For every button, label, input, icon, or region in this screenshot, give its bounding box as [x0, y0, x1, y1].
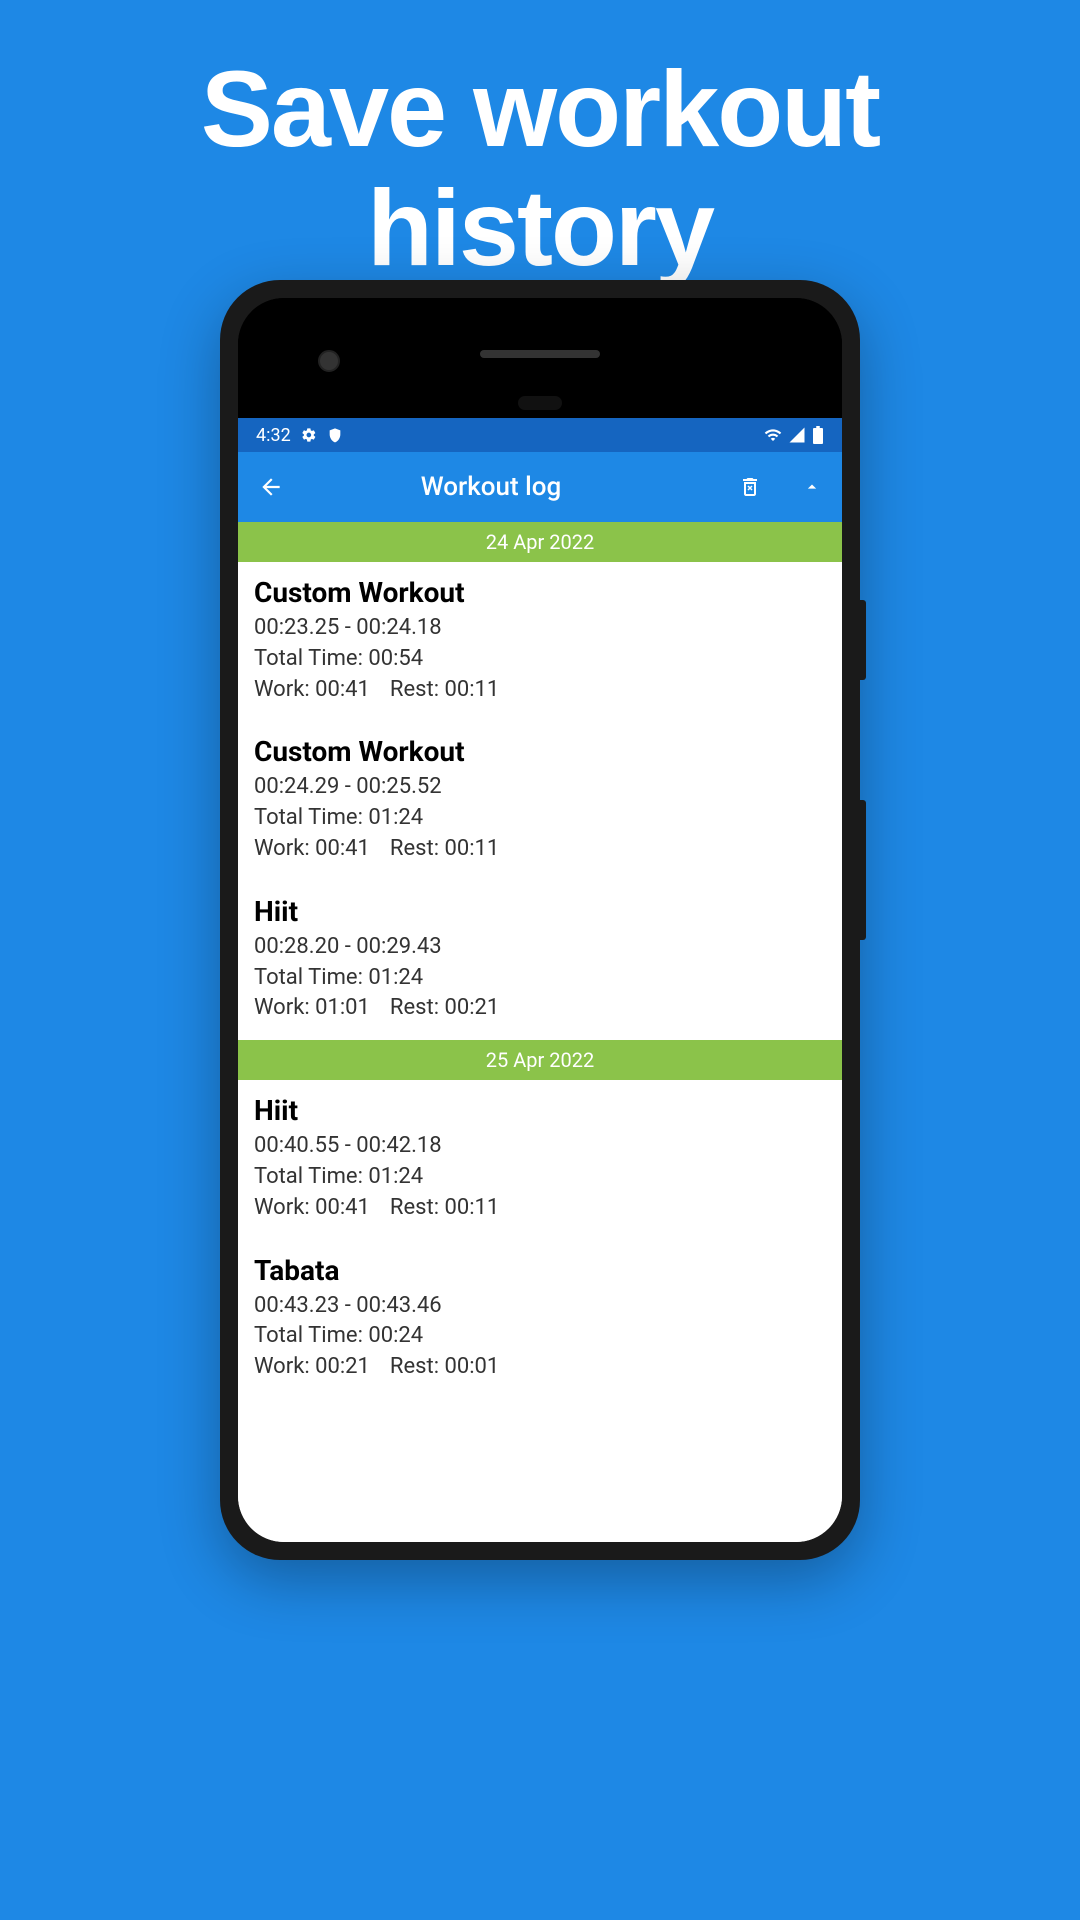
- list-item[interactable]: Hiit 00:28.20 - 00:29.43 Total Time: 01:…: [238, 881, 842, 1040]
- entry-title: Custom Workout: [254, 576, 826, 609]
- entry-total: Total Time: 00:24: [254, 1321, 826, 1352]
- entry-total: Total Time: 00:54: [254, 644, 826, 675]
- entry-rest: Rest: 00:11: [390, 1193, 499, 1224]
- phone-frame: 4:32: [220, 280, 860, 1560]
- entry-work: Work: 00:41: [254, 675, 370, 706]
- entry-rest: Rest: 00:01: [390, 1352, 499, 1383]
- entry-title: Hiit: [254, 1094, 826, 1127]
- entry-time-range: 00:23.25 - 00:24.18: [254, 613, 826, 644]
- entry-time-range: 00:28.20 - 00:29.43: [254, 932, 826, 963]
- entry-work-rest: Work: 00:21 Rest: 00:01: [254, 1352, 826, 1383]
- entry-time-range: 00:24.29 - 00:25.52: [254, 772, 826, 803]
- entry-work-rest: Work: 00:41 Rest: 00:11: [254, 834, 826, 865]
- date-header: 25 Apr 2022: [238, 1040, 842, 1080]
- list-item[interactable]: Custom Workout 00:24.29 - 00:25.52 Total…: [238, 721, 842, 880]
- app-bar-actions: [738, 475, 822, 499]
- entry-time-range: 00:40.55 - 00:42.18: [254, 1131, 826, 1162]
- entry-work-rest: Work: 00:41 Rest: 00:11: [254, 1193, 826, 1224]
- entry-work-rest: Work: 00:41 Rest: 00:11: [254, 675, 826, 706]
- entry-work: Work: 00:21: [254, 1352, 370, 1383]
- entry-total: Total Time: 01:24: [254, 1162, 826, 1193]
- promo-headline: Save workout history: [0, 0, 1080, 288]
- entry-work: Work: 00:41: [254, 834, 370, 865]
- list-item[interactable]: Custom Workout 00:23.25 - 00:24.18 Total…: [238, 562, 842, 721]
- battery-icon: [812, 426, 824, 444]
- phone-screen: 4:32: [238, 418, 842, 1542]
- entry-total: Total Time: 01:24: [254, 963, 826, 994]
- list-item[interactable]: Hiit 00:40.55 - 00:42.18 Total Time: 01:…: [238, 1080, 842, 1239]
- collapse-up-icon[interactable]: [802, 477, 822, 497]
- entry-work: Work: 01:01: [254, 993, 370, 1024]
- gear-icon: [301, 427, 317, 443]
- entry-total: Total Time: 01:24: [254, 803, 826, 834]
- phone-inner: 4:32: [238, 298, 842, 1542]
- entry-title: Custom Workout: [254, 735, 826, 768]
- shield-icon: [327, 427, 343, 443]
- status-bar: 4:32: [238, 418, 842, 452]
- sensor-pill: [518, 396, 562, 410]
- entry-rest: Rest: 00:21: [390, 993, 499, 1024]
- phone-top-hardware: [238, 298, 842, 418]
- wifi-icon: [764, 426, 782, 444]
- workout-log-list[interactable]: 24 Apr 2022 Custom Workout 00:23.25 - 00…: [238, 522, 842, 1542]
- phone-side-button: [860, 600, 866, 680]
- list-item[interactable]: Tabata 00:43.23 - 00:43.46 Total Time: 0…: [238, 1240, 842, 1399]
- app-bar: Workout log: [238, 452, 842, 522]
- camera-icon: [318, 350, 340, 372]
- entry-title: Hiit: [254, 895, 826, 928]
- entry-rest: Rest: 00:11: [390, 675, 499, 706]
- date-header: 24 Apr 2022: [238, 522, 842, 562]
- status-right: [764, 426, 824, 444]
- signal-icon: [788, 426, 806, 444]
- status-left: 4:32: [256, 425, 343, 446]
- trash-icon[interactable]: [738, 475, 762, 499]
- entry-title: Tabata: [254, 1254, 826, 1287]
- headline-line2: history: [0, 169, 1080, 288]
- headline-line1: Save workout: [0, 50, 1080, 169]
- status-time: 4:32: [256, 425, 291, 446]
- entry-rest: Rest: 00:11: [390, 834, 499, 865]
- page-title: Workout log: [264, 472, 718, 502]
- speaker-grille: [480, 350, 600, 358]
- entry-work-rest: Work: 01:01 Rest: 00:21: [254, 993, 826, 1024]
- phone-side-button: [860, 800, 866, 940]
- entry-work: Work: 00:41: [254, 1193, 370, 1224]
- entry-time-range: 00:43.23 - 00:43.46: [254, 1291, 826, 1322]
